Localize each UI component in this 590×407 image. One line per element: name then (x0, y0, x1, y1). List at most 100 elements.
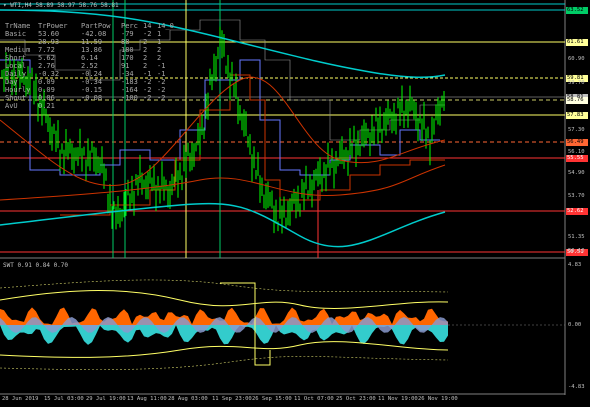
stats-cell: 2 (157, 54, 162, 62)
stats-cell: -2 (157, 86, 166, 94)
time-axis-label: 26 Sep 15:00 (252, 396, 292, 402)
stats-cell: 91 (121, 62, 130, 70)
time-axis-label: 28 Aug 03:00 (168, 396, 208, 402)
stats-cell: TrName (5, 22, 31, 30)
time-axis-label: 13 Aug 11:00 (127, 396, 167, 402)
stats-row: Hourly 0.09 -0.15 -164 -2 -2 (5, 86, 175, 94)
stats-cell: -34 (121, 70, 134, 78)
time-axis-label: 11 Sep 23:00 (212, 396, 252, 402)
price-tag: 61.61 (566, 39, 588, 46)
stats-cell (5, 38, 38, 46)
stats-cell: -164 (121, 86, 138, 94)
stats-cell: PartPow (81, 22, 111, 30)
stats-cell: -0.32 (38, 70, 60, 78)
stats-cell: 2.76 (38, 62, 55, 70)
stats-cell: -2 (143, 30, 152, 38)
price-tag: 57.83 (566, 112, 588, 119)
time-axis-label: 11 Nov 19:00 (378, 396, 418, 402)
oscillator-axis-label: 0.00 (568, 322, 582, 328)
stats-cell: 0.09 (38, 86, 55, 94)
stats-cell: Short (5, 54, 27, 62)
stats-cell: -0.34 (81, 78, 103, 86)
trend-power-table: TrName TrPower PartPow Perc 14 14_0 Basic 53.60… (5, 22, 175, 110)
chart-title-main: ▾ WTI,H4 58.89 58.97 58.76 58.81 (3, 2, 119, 9)
price-tag: 56.49 (566, 139, 588, 146)
stats-row: Day 0.09 -0.34 -183 -2 -2 (5, 78, 175, 86)
stats-cell: -0.08 (81, 94, 103, 102)
time-axis-label: 28 Jun 2019 (2, 396, 39, 402)
stats-cell: 0.09 (38, 78, 55, 86)
stats-cell: 13.86 (81, 46, 103, 54)
stats-row: Basic 53.60 -42.08 -79 -2 1 (5, 30, 175, 38)
stats-header-row: TrName TrPower PartPow Perc 14 14_0 (5, 22, 175, 30)
stats-cell: 2 (143, 38, 148, 46)
stats-cell: 2 (157, 46, 162, 54)
stats-cell: -2 (157, 94, 166, 102)
stats-cell: 53.60 (38, 30, 60, 38)
oscillator-title: SWT 0.91 0.84 0.70 (3, 262, 69, 269)
osc-upper-band (0, 290, 449, 309)
price-axis-label: 56.10 (568, 149, 585, 155)
stats-row: Local 2.76 2.52 91 2 -1 (5, 62, 175, 70)
stats-cell: -0.24 (81, 70, 103, 78)
stats-cell: AvU (5, 102, 18, 110)
price-tag: 52.62 (566, 208, 588, 215)
oscillator-plot (0, 279, 565, 370)
oscillator-axis-label: -4.83 (568, 384, 585, 390)
chart-area[interactable]: ▾ WTI,H4 58.89 58.97 58.76 58.81 TrName T… (0, 0, 590, 407)
stats-cell: Hourly (5, 86, 31, 94)
stats-cell (121, 102, 143, 110)
stats-cell: Medium (5, 46, 31, 54)
stats-cell (143, 102, 157, 110)
price-tag: 58.76 (566, 97, 588, 104)
stats-cell: Basic (5, 30, 27, 38)
stats-cell: 2 (143, 62, 148, 70)
price-axis-label: 60.90 (568, 56, 585, 62)
osc-outer-upper (0, 279, 449, 293)
time-axis-label: 29 Jul 19:00 (86, 396, 126, 402)
stats-row: 28.93 11.59 88 2 1 (5, 38, 175, 46)
price-axis-label: 54.90 (568, 170, 585, 176)
stats-cell: Day (5, 78, 18, 86)
stats-cell: 88 (121, 38, 130, 46)
dropdown-arrow-icon[interactable]: ▾ (3, 2, 7, 9)
stats-cell: -42.08 (81, 30, 107, 38)
stats-row: Medium 7.72 13.86 180 2 2 (5, 46, 175, 54)
time-axis-label: 26 Nov 19:00 (418, 396, 458, 402)
osc-outer-lower (0, 356, 449, 370)
price-axis-label: 50.10 (568, 248, 585, 254)
stats-cell: -1 (157, 62, 166, 70)
stats-cell: -79 (121, 30, 134, 38)
stats-row: Short 5.62 6.14 170 2 2 (5, 54, 175, 62)
stats-cell: 11.59 (81, 38, 103, 46)
time-axis-label: 11 Oct 07:00 (294, 396, 334, 402)
price-tag: 63.52 (566, 7, 588, 14)
stats-cell (81, 102, 121, 110)
stats-cell: -183 (121, 78, 138, 86)
stats-cell: 6.14 (81, 54, 98, 62)
stats-cell: 170 (121, 54, 134, 62)
ma-cyan-lower (0, 202, 446, 248)
time-axis-label: 15 Jul 03:00 (44, 396, 84, 402)
stats-cell: 2 (143, 46, 148, 54)
oscillator-axis-label: 4.83 (568, 262, 582, 268)
stats-cell: 28.93 (38, 38, 60, 46)
stats-cell: 1 (157, 38, 162, 46)
stats-row: AvU 0.21 (5, 102, 175, 110)
stats-cell: -1 (143, 70, 152, 78)
stats-cell: -2 (143, 86, 152, 94)
stats-cell: -2 (143, 94, 152, 102)
stats-cell: Perc (121, 22, 138, 30)
stats-cell: -2 (143, 78, 152, 86)
stats-cell: 0.21 (38, 102, 55, 110)
stats-cell: 180 (121, 46, 134, 54)
stats-cell: 7.72 (38, 46, 55, 54)
stats-row: Shout 0.06 -0.08 -100 -2 -2 (5, 94, 175, 102)
stats-cell: 2 (143, 54, 148, 62)
stats-cell: 14_0 (157, 22, 174, 30)
price-axis-label: 57.30 (568, 127, 585, 133)
stats-row: Daily -0.32 -0.24 -34 -1 -1 (5, 70, 175, 78)
stats-cell: 0.06 (38, 94, 55, 102)
stats-cell: Daily (5, 70, 27, 78)
stats-cell: 1 (157, 30, 162, 38)
